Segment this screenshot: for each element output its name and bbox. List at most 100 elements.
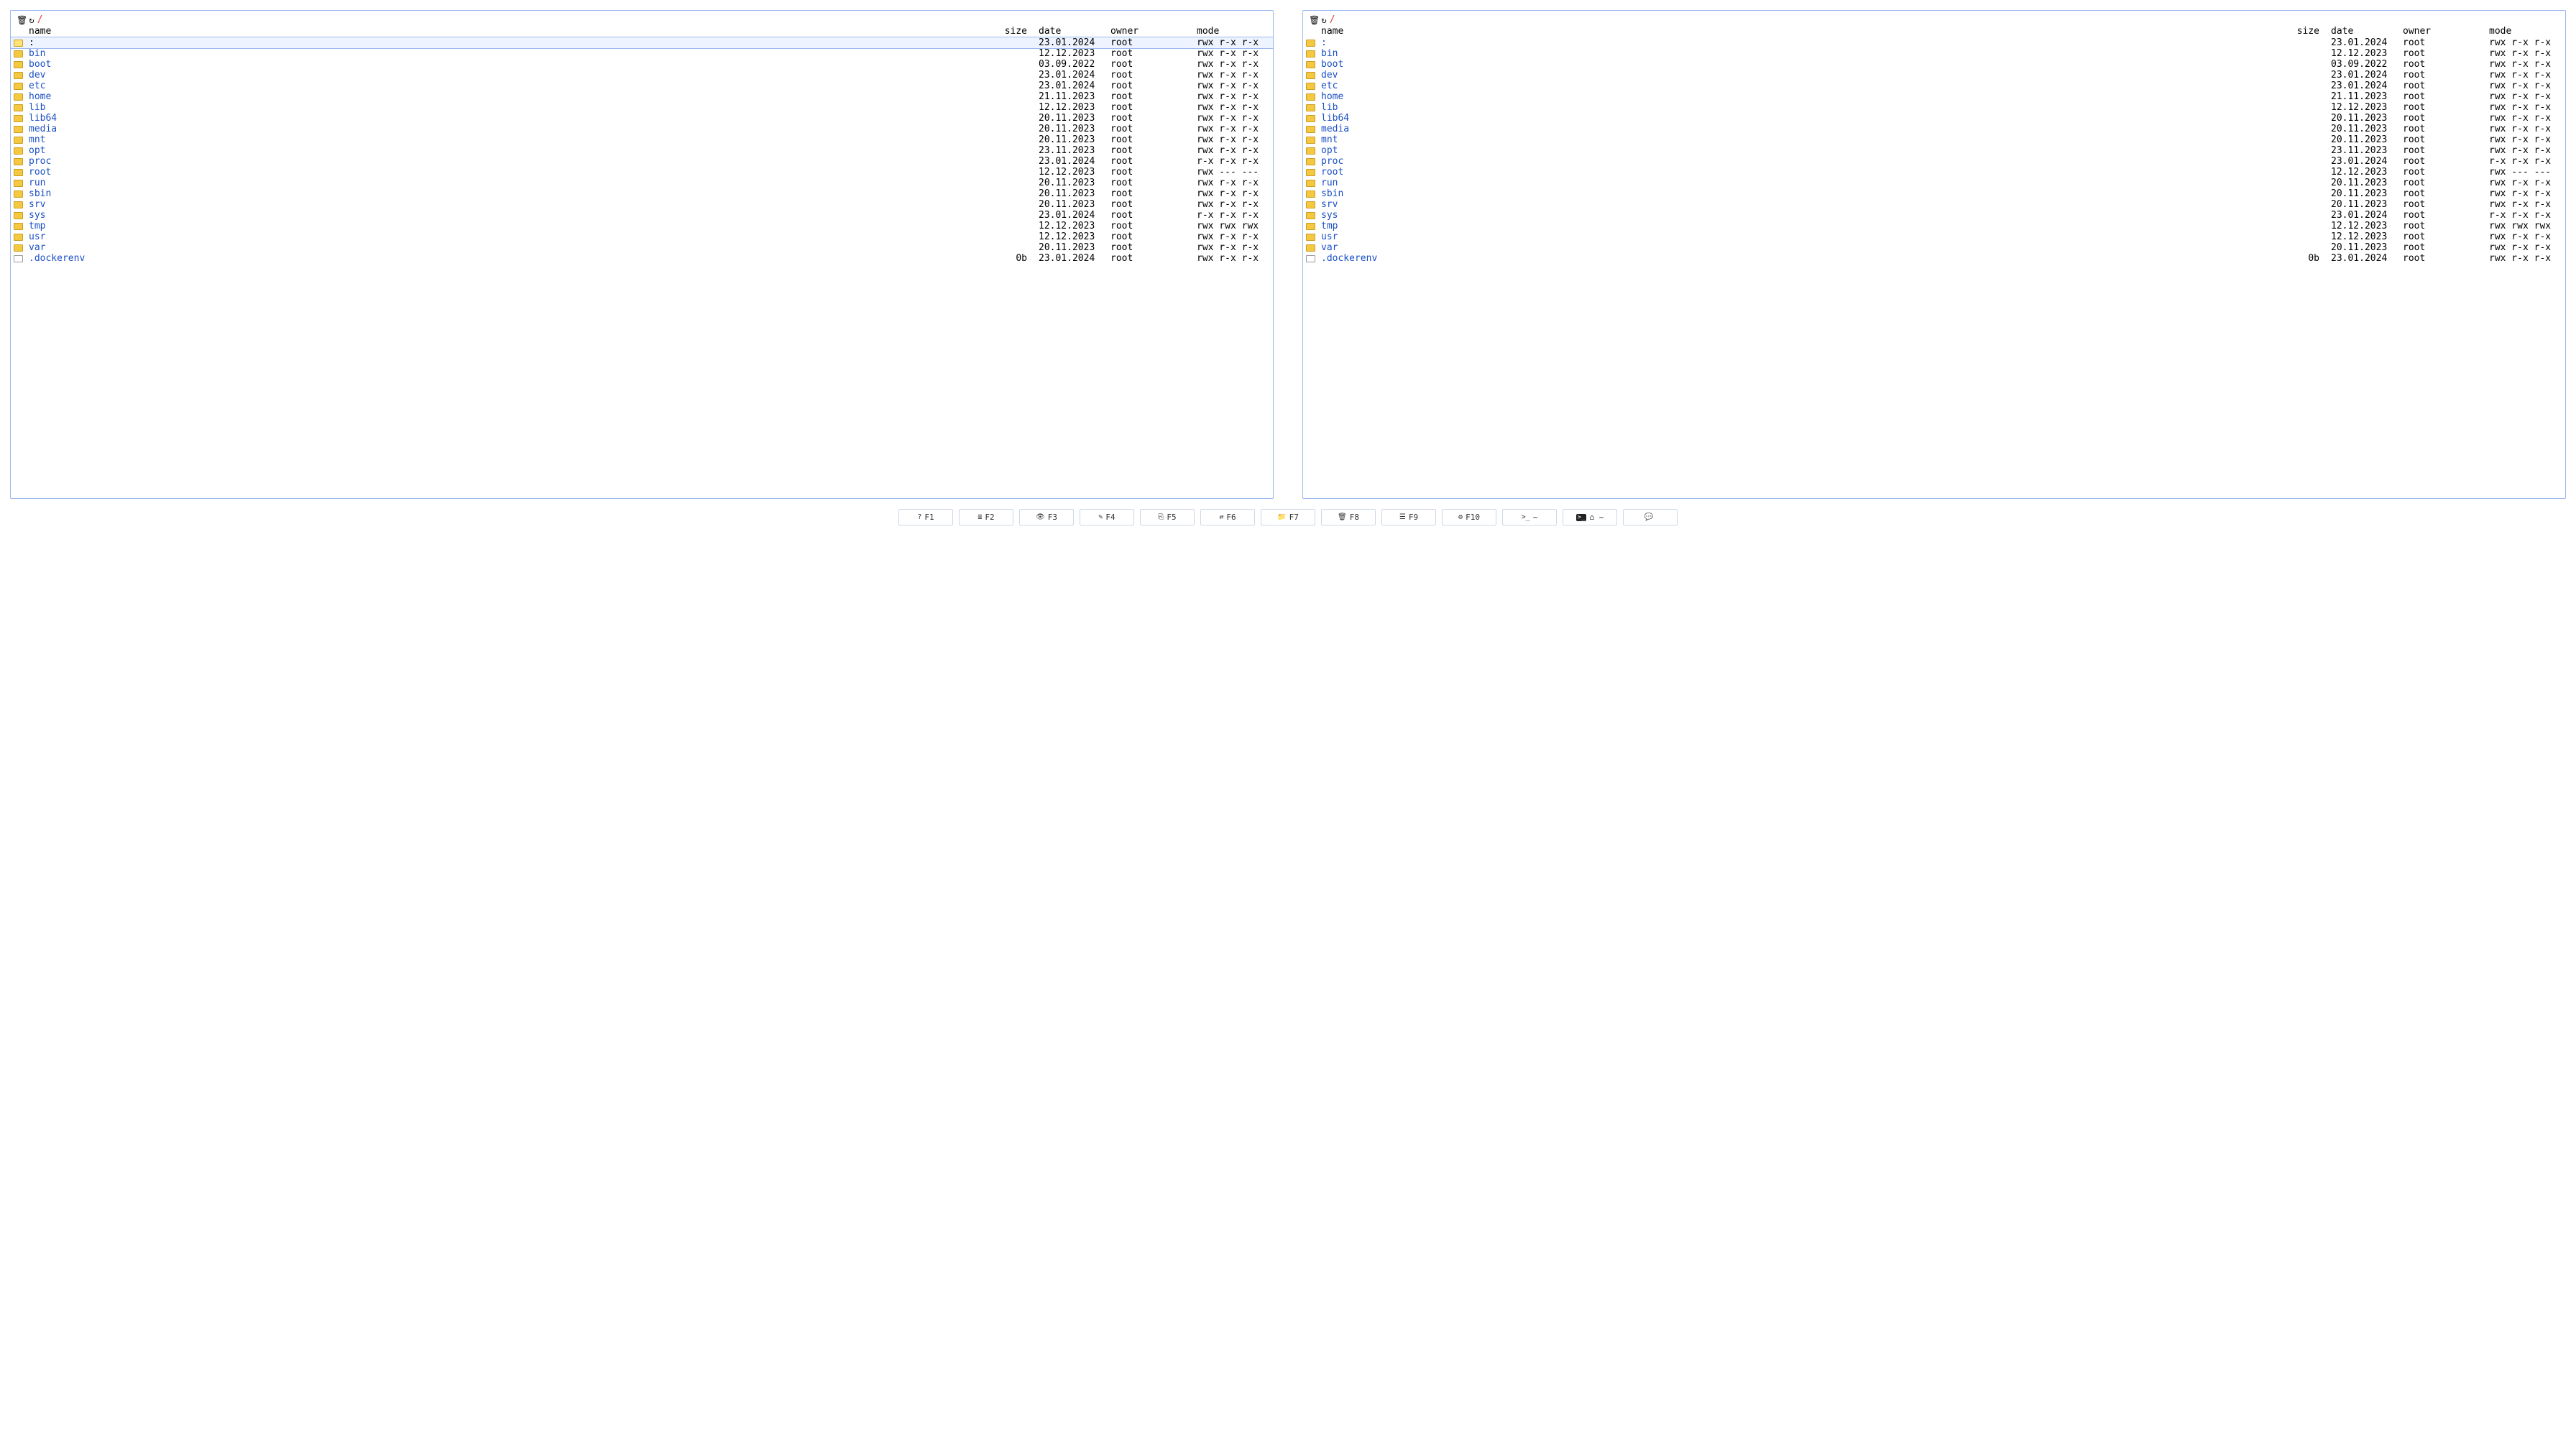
file-row[interactable]: lib 12.12.2023 root rwx r-x r-x (1303, 102, 2565, 113)
file-row[interactable]: lib64 20.11.2023 root rwx r-x r-x (1303, 113, 2565, 124)
file-row[interactable]: etc 23.01.2024 root rwx r-x r-x (1303, 81, 2565, 91)
file-name: home (29, 91, 51, 102)
file-row[interactable]: dev 23.01.2024 root rwx r-x r-x (1303, 70, 2565, 81)
file-mode: rwx r-x r-x (2486, 37, 2565, 48)
file-row[interactable]: lib 12.12.2023 root rwx r-x r-x (11, 102, 1273, 113)
fn-button-F7[interactable]: 📁F7 (1261, 509, 1315, 525)
file-row[interactable]: root 12.12.2023 root rwx --- --- (1303, 167, 2565, 178)
file-row[interactable]: sys 23.01.2024 root r-x r-x r-x (11, 210, 1273, 221)
file-row[interactable]: usr 12.12.2023 root rwx r-x r-x (1303, 231, 2565, 242)
file-row[interactable]: srv 20.11.2023 root rwx r-x r-x (1303, 199, 2565, 210)
file-owner: root (1108, 124, 1194, 134)
col-header-name[interactable]: name (1318, 25, 2288, 37)
file-row[interactable]: media 20.11.2023 root rwx r-x r-x (1303, 124, 2565, 134)
fn-button-F10[interactable]: ⚙F10 (1442, 509, 1496, 525)
file-row[interactable]: boot 03.09.2022 root rwx r-x r-x (11, 59, 1273, 70)
refresh-icon[interactable]: ↻ (1321, 15, 1326, 25)
file-size (2288, 81, 2328, 91)
folder-icon (1306, 93, 1315, 101)
fn-button-F5[interactable]: ⎘F5 (1140, 509, 1195, 525)
trash-icon[interactable]: 🗑 (1309, 15, 1320, 25)
fn-button-F4[interactable]: ✎F4 (1080, 509, 1134, 525)
fn-button-F9[interactable]: ☰F9 (1381, 509, 1436, 525)
file-name: lib64 (29, 113, 57, 124)
file-owner: root (2400, 134, 2486, 145)
refresh-icon[interactable]: ↻ (29, 15, 34, 25)
current-path[interactable]: / (37, 14, 42, 25)
file-row[interactable]: lib64 20.11.2023 root rwx r-x r-x (11, 113, 1273, 124)
col-header-name[interactable]: name (26, 25, 996, 37)
fn-button-chat[interactable]: 💬 (1623, 509, 1678, 525)
current-path[interactable]: / (1329, 14, 1335, 25)
file-row[interactable]: usr 12.12.2023 root rwx r-x r-x (11, 231, 1273, 242)
file-row[interactable]: run 20.11.2023 root rwx r-x r-x (11, 178, 1273, 188)
file-name: sys (29, 210, 45, 221)
file-row[interactable]: .dockerenv 0b 23.01.2024 root rwx r-x r-… (11, 253, 1273, 264)
file-row[interactable]: var 20.11.2023 root rwx r-x r-x (11, 242, 1273, 253)
file-row[interactable]: sbin 20.11.2023 root rwx r-x r-x (1303, 188, 2565, 199)
file-mode: rwx r-x r-x (1194, 37, 1273, 48)
file-row[interactable]: sys 23.01.2024 root r-x r-x r-x (1303, 210, 2565, 221)
file-name: sbin (29, 188, 51, 199)
file-date: 23.01.2024 (1036, 70, 1108, 81)
file-row[interactable]: tmp 12.12.2023 root rwx rwx rwx (11, 221, 1273, 231)
file-row[interactable]: : 23.01.2024 root rwx r-x r-x (1303, 37, 2565, 48)
file-row[interactable]: opt 23.11.2023 root rwx r-x r-x (1303, 145, 2565, 156)
file-owner: root (2400, 253, 2486, 264)
file-owner: root (1108, 210, 1194, 221)
file-row[interactable]: sbin 20.11.2023 root rwx r-x r-x (11, 188, 1273, 199)
col-header-owner[interactable]: owner (1108, 25, 1194, 37)
file-mode: rwx r-x r-x (1194, 70, 1273, 81)
file-date: 12.12.2023 (1036, 231, 1108, 242)
file-row[interactable]: mnt 20.11.2023 root rwx r-x r-x (1303, 134, 2565, 145)
file-row[interactable]: tmp 12.12.2023 root rwx rwx rwx (1303, 221, 2565, 231)
file-owner: root (2400, 156, 2486, 167)
file-row[interactable]: .dockerenv 0b 23.01.2024 root rwx r-x r-… (1303, 253, 2565, 264)
col-header-size[interactable]: size (996, 25, 1036, 37)
file-name: bin (29, 48, 45, 59)
folder-icon (14, 104, 23, 111)
file-mode: rwx r-x r-x (2486, 59, 2565, 70)
fn-button-F8[interactable]: 🗑F8 (1321, 509, 1376, 525)
file-row[interactable]: mnt 20.11.2023 root rwx r-x r-x (11, 134, 1273, 145)
file-row[interactable]: root 12.12.2023 root rwx --- --- (11, 167, 1273, 178)
file-row[interactable]: media 20.11.2023 root rwx r-x r-x (11, 124, 1273, 134)
folder-icon (14, 201, 23, 208)
col-header-size[interactable]: size (2288, 25, 2328, 37)
fn-button-F3[interactable]: 👁F3 (1019, 509, 1074, 525)
fn-button-F1[interactable]: ?F1 (898, 509, 953, 525)
file-date: 23.01.2024 (2328, 81, 2400, 91)
fn-button-F2[interactable]: ≣F2 (959, 509, 1013, 525)
file-row[interactable]: var 20.11.2023 root rwx r-x r-x (1303, 242, 2565, 253)
file-row[interactable]: run 20.11.2023 root rwx r-x r-x (1303, 178, 2565, 188)
file-row[interactable]: opt 23.11.2023 root rwx r-x r-x (11, 145, 1273, 156)
fn-button-F6[interactable]: ⇄F6 (1200, 509, 1255, 525)
file-row[interactable]: home 21.11.2023 root rwx r-x r-x (11, 91, 1273, 102)
folder-icon (14, 244, 23, 252)
col-header-date[interactable]: date (2328, 25, 2400, 37)
file-row[interactable]: etc 23.01.2024 root rwx r-x r-x (11, 81, 1273, 91)
file-row[interactable]: proc 23.01.2024 root r-x r-x r-x (11, 156, 1273, 167)
file-name: lib (29, 102, 45, 113)
file-size (996, 134, 1036, 145)
file-row[interactable]: boot 03.09.2022 root rwx r-x r-x (1303, 59, 2565, 70)
file-row[interactable]: home 21.11.2023 root rwx r-x r-x (1303, 91, 2565, 102)
file-owner: root (2400, 81, 2486, 91)
trash-icon[interactable]: 🗑 (17, 15, 27, 25)
file-row[interactable]: srv 20.11.2023 root rwx r-x r-x (11, 199, 1273, 210)
file-row[interactable]: bin 12.12.2023 root rwx r-x r-x (11, 48, 1273, 59)
col-header-date[interactable]: date (1036, 25, 1108, 37)
file-row[interactable]: bin 12.12.2023 root rwx r-x r-x (1303, 48, 2565, 59)
col-header-owner[interactable]: owner (2400, 25, 2486, 37)
left-panel[interactable]: 🗑 ↻ / name size date owner mode : 23.01.… (10, 10, 1274, 499)
file-owner: root (2400, 145, 2486, 156)
col-header-mode[interactable]: mode (2486, 25, 2565, 37)
file-row[interactable]: proc 23.01.2024 root r-x r-x r-x (1303, 156, 2565, 167)
col-header-mode[interactable]: mode (1194, 25, 1273, 37)
file-row[interactable]: : 23.01.2024 root rwx r-x r-x (11, 37, 1273, 48)
fn-button-~[interactable]: >_~ (1502, 509, 1557, 525)
file-owner: root (1108, 231, 1194, 242)
right-panel[interactable]: 🗑 ↻ / name size date owner mode : 23.01.… (1302, 10, 2566, 499)
file-row[interactable]: dev 23.01.2024 root rwx r-x r-x (11, 70, 1273, 81)
fn-button-⌂ ~[interactable]: >_⌂ ~ (1563, 509, 1617, 525)
